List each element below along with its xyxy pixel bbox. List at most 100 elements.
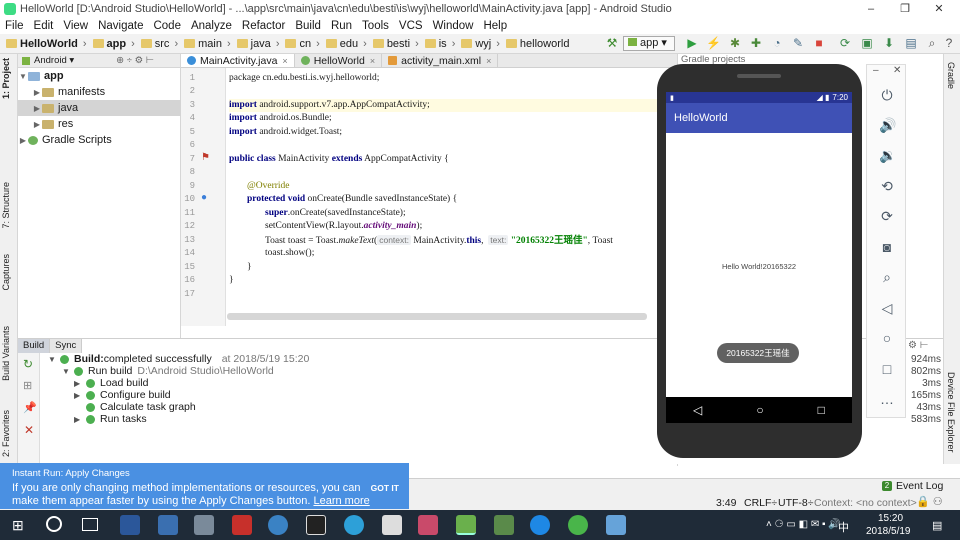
lock-icon[interactable]: 🔒 ⚇ <box>916 495 943 508</box>
close-icon[interactable]: × <box>370 56 375 66</box>
browser-icon[interactable] <box>268 515 288 535</box>
debug-icon[interactable]: ✱ <box>728 36 742 50</box>
app-icon[interactable] <box>606 515 626 535</box>
sdk-manager-icon[interactable]: ⬇ <box>882 36 896 50</box>
word-icon[interactable] <box>120 515 140 535</box>
favorites-tool-tab[interactable]: 2: Favorites <box>1 410 11 457</box>
task-view-icon[interactable] <box>82 518 98 531</box>
build-step-row[interactable]: Calculate task graph <box>74 401 196 413</box>
project-view-selector[interactable]: Android ▾ ⊕ ÷ ⚙ ⊢ <box>18 54 180 68</box>
attach-debugger-icon[interactable]: ✎ <box>791 36 805 50</box>
home-icon[interactable]: ○ <box>756 403 763 417</box>
menu-build[interactable]: Build <box>295 20 321 32</box>
breadcrumb-helloworld-pkg[interactable]: helloworld <box>505 38 569 50</box>
reader-icon[interactable] <box>232 515 252 535</box>
volume-down-icon[interactable]: 🔉 <box>879 147 896 163</box>
back-icon[interactable]: ◁ <box>879 300 895 316</box>
tab-activity-main[interactable]: activity_main.xml × <box>382 54 499 67</box>
menu-run[interactable]: Run <box>331 20 352 32</box>
menu-tools[interactable]: Tools <box>362 20 389 32</box>
tab-mainactivity[interactable]: MainActivity.java × <box>181 54 295 67</box>
build-step-row[interactable]: ▶ Configure build <box>74 389 171 401</box>
breadcrumb-is[interactable]: is › <box>424 38 455 50</box>
build-step-row[interactable]: ▶ Load build <box>74 377 148 389</box>
back-icon[interactable]: ◁ <box>693 403 702 417</box>
tree-item-app[interactable]: ▼ app <box>18 68 181 84</box>
panel-settings-icon[interactable]: ⊕ ÷ ⚙ ⊢ <box>116 55 154 66</box>
close-icon[interactable]: ✕ <box>24 423 34 437</box>
run-build-row[interactable]: ▼ Run build D:\Android Studio\HelloWorld <box>62 365 274 377</box>
camera-icon[interactable]: ◙ <box>879 239 895 255</box>
run-config-select[interactable]: app ▾ <box>623 36 675 51</box>
rotate-left-icon[interactable]: ⟲ <box>879 178 895 194</box>
stop-icon[interactable]: ■ <box>812 36 826 50</box>
tab-build[interactable]: Build <box>18 339 51 353</box>
app-icon[interactable] <box>344 515 364 535</box>
clock-time[interactable]: 15:20 <box>878 513 903 524</box>
file-encoding[interactable]: UTF-8÷ <box>778 497 814 509</box>
settings-icon[interactable]: ⚙ ⊢ <box>908 340 928 351</box>
store-icon[interactable] <box>194 515 214 535</box>
rotate-right-icon[interactable]: ⟳ <box>879 208 895 224</box>
breadcrumb-java[interactable]: java › <box>236 38 279 50</box>
tree-item-res[interactable]: ▶ res <box>18 116 181 132</box>
search-icon[interactable]: ⌕ <box>925 36 939 50</box>
menu-vcs[interactable]: VCS <box>399 20 423 32</box>
breadcrumb-wyj[interactable]: wyj › <box>461 38 500 50</box>
menu-view[interactable]: View <box>63 20 88 32</box>
breadcrumb-besti[interactable]: besti › <box>372 38 419 50</box>
chevron-right-icon[interactable]: ▶ <box>18 136 28 145</box>
horizontal-scrollbar[interactable] <box>227 313 647 320</box>
tab-helloworld[interactable]: HelloWorld × <box>295 54 383 67</box>
minimize-button[interactable]: – <box>854 0 888 18</box>
tray-icons[interactable]: ˄ ⚆ ▭ ◧ ✉ ▪ 🔊 <box>766 519 841 530</box>
breadcrumb-helloworld[interactable]: HelloWorld › <box>6 38 87 50</box>
caret-position[interactable]: 3:49 <box>716 497 736 509</box>
menu-window[interactable]: Window <box>433 20 474 32</box>
close-icon[interactable]: × <box>282 56 287 66</box>
restore-button[interactable]: ❐ <box>888 0 922 18</box>
input-language[interactable]: 中 <box>838 519 849 535</box>
menu-navigate[interactable]: Navigate <box>98 20 143 32</box>
tree-item-manifests[interactable]: ▶ manifests <box>18 84 181 100</box>
build-root-row[interactable]: ▼ Build: completed successfully at 2018/5/… <box>48 353 309 365</box>
chevron-right-icon[interactable]: ▶ <box>32 104 42 113</box>
minimize-icon[interactable]: – <box>873 65 879 76</box>
tree-item-java[interactable]: ▶ java <box>18 100 181 116</box>
notification-icon[interactable]: ▤ <box>932 519 942 532</box>
build-step-row[interactable]: ▶ Run tasks <box>74 413 147 425</box>
breadcrumb-main[interactable]: main › <box>184 38 231 50</box>
pin-icon[interactable]: 📌 <box>23 401 37 414</box>
chevron-down-icon[interactable]: ▼ <box>18 72 28 81</box>
home-icon[interactable]: ○ <box>879 330 895 346</box>
override-gutter-icon[interactable]: ● <box>201 192 207 203</box>
power-icon[interactable]: ⏻ <box>879 87 895 103</box>
toggle-view-icon[interactable]: ⊞ <box>23 379 32 392</box>
app-icon[interactable] <box>382 515 402 535</box>
emulator-screen[interactable]: ▮ ◢ ▮ 7:20 HelloWorld Hello World!20165322… <box>666 92 852 423</box>
hammer-icon[interactable]: ⚒ <box>605 36 619 50</box>
close-icon[interactable]: ✕ <box>893 65 901 76</box>
menu-refactor[interactable]: Refactor <box>242 20 285 32</box>
breadcrumb-app[interactable]: app › <box>92 38 135 50</box>
file-explorer-icon[interactable] <box>158 515 178 535</box>
project-structure-icon[interactable]: ▤ <box>904 36 918 50</box>
chevron-right-icon[interactable]: ▶ <box>32 88 42 97</box>
profile-icon[interactable]: ◔ <box>770 36 784 50</box>
code-area[interactable]: package cn.edu.besti.is.wyj.helloworld; … <box>227 68 669 326</box>
structure-tool-tab[interactable]: 7: Structure <box>1 182 11 229</box>
zoom-icon[interactable]: ⌕ <box>879 269 895 285</box>
app-icon[interactable] <box>494 515 514 535</box>
got-it-button[interactable]: GOT IT <box>371 483 399 493</box>
coverage-icon[interactable]: ✚ <box>749 36 763 50</box>
edge-icon[interactable] <box>530 515 550 535</box>
menu-code[interactable]: Code <box>153 20 181 32</box>
menu-file[interactable]: File <box>5 20 24 32</box>
qq-icon[interactable] <box>306 515 326 535</box>
chevron-right-icon[interactable]: ▶ <box>32 120 42 129</box>
captures-tool-tab[interactable]: Captures <box>1 254 11 291</box>
close-button[interactable]: ✕ <box>922 0 956 18</box>
class-gutter-icon[interactable]: ⚑ <box>201 152 210 163</box>
build-variants-tool-tab[interactable]: Build Variants <box>1 326 11 381</box>
gradle-tool-tab[interactable]: Gradle <box>946 62 956 89</box>
